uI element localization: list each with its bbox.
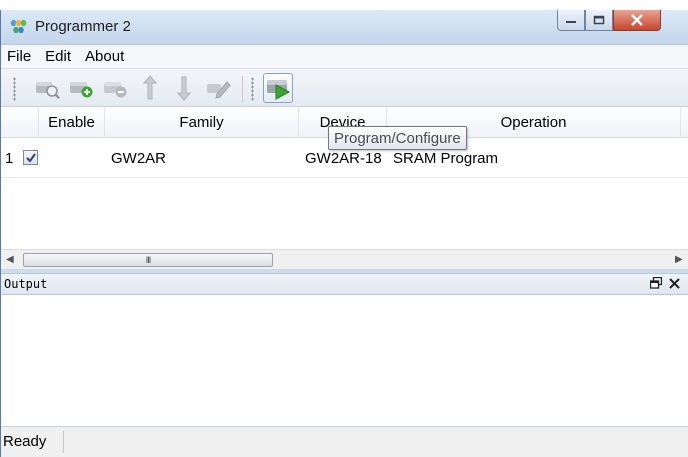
cropped-heading bbox=[0, 0, 688, 10]
scan-device-button[interactable] bbox=[35, 75, 61, 101]
checkmark-icon bbox=[26, 153, 36, 163]
move-up-icon bbox=[142, 75, 158, 100]
tooltip: Program/Configure bbox=[328, 126, 467, 150]
horizontal-scrollbar[interactable]: ◀ III ▶ bbox=[1, 249, 688, 269]
title-bar[interactable]: Programmer 2 bbox=[1, 10, 688, 44]
maximize-button[interactable] bbox=[585, 10, 613, 31]
program-configure-icon bbox=[267, 80, 291, 100]
remove-device-button[interactable] bbox=[103, 75, 129, 101]
window-controls bbox=[557, 10, 661, 31]
window-title: Programmer 2 bbox=[35, 18, 131, 35]
status-bar: Ready bbox=[1, 427, 688, 457]
toolbar-grip[interactable] bbox=[13, 77, 16, 101]
edit-config-icon bbox=[207, 81, 231, 99]
status-text: Ready bbox=[3, 433, 47, 450]
menu-edit[interactable]: Edit bbox=[38, 48, 78, 65]
add-device-icon bbox=[70, 82, 93, 98]
output-text-area[interactable] bbox=[1, 295, 688, 427]
status-divider bbox=[63, 431, 64, 453]
scroll-right-icon[interactable]: ▶ bbox=[675, 254, 683, 265]
enable-checkbox[interactable] bbox=[23, 150, 38, 165]
output-panel-header: Output bbox=[1, 273, 688, 295]
family-cell: GW2AR bbox=[111, 149, 167, 167]
scrollbar-grip: III bbox=[145, 255, 151, 265]
header-enable[interactable]: Enable bbox=[39, 107, 105, 138]
menu-file[interactable]: File bbox=[1, 48, 38, 65]
menu-bar: File Edit About bbox=[1, 44, 688, 68]
move-down-button[interactable] bbox=[171, 75, 197, 101]
move-down-icon bbox=[176, 76, 192, 101]
row-number-header bbox=[1, 107, 39, 138]
programmer-window: Programmer 2 File Edit About Enable Fami… bbox=[0, 10, 688, 457]
header-family[interactable]: Family bbox=[105, 107, 299, 138]
minimize-button[interactable] bbox=[557, 10, 585, 31]
program-configure-button[interactable] bbox=[263, 73, 293, 103]
output-title: Output bbox=[4, 277, 48, 291]
scroll-left-icon[interactable]: ◀ bbox=[6, 254, 14, 265]
close-button[interactable] bbox=[613, 10, 661, 31]
toolbar-grip[interactable] bbox=[251, 77, 254, 101]
remove-device-icon bbox=[104, 82, 127, 98]
toolbar-separator bbox=[242, 76, 243, 102]
scan-device-icon bbox=[36, 82, 60, 99]
minimize-icon bbox=[566, 21, 576, 23]
row-number: 1 bbox=[5, 149, 14, 167]
edit-config-button[interactable] bbox=[205, 75, 231, 101]
close-icon[interactable] bbox=[669, 276, 680, 292]
add-device-button[interactable] bbox=[69, 75, 95, 101]
toolbar bbox=[1, 68, 688, 107]
move-up-button[interactable] bbox=[137, 75, 163, 101]
maximize-icon bbox=[593, 15, 605, 25]
close-icon bbox=[631, 14, 643, 26]
menu-about[interactable]: About bbox=[78, 48, 131, 65]
scrollbar-thumb[interactable]: III bbox=[23, 253, 273, 267]
restore-window-icon[interactable] bbox=[649, 276, 663, 292]
app-logo-icon bbox=[9, 18, 29, 36]
